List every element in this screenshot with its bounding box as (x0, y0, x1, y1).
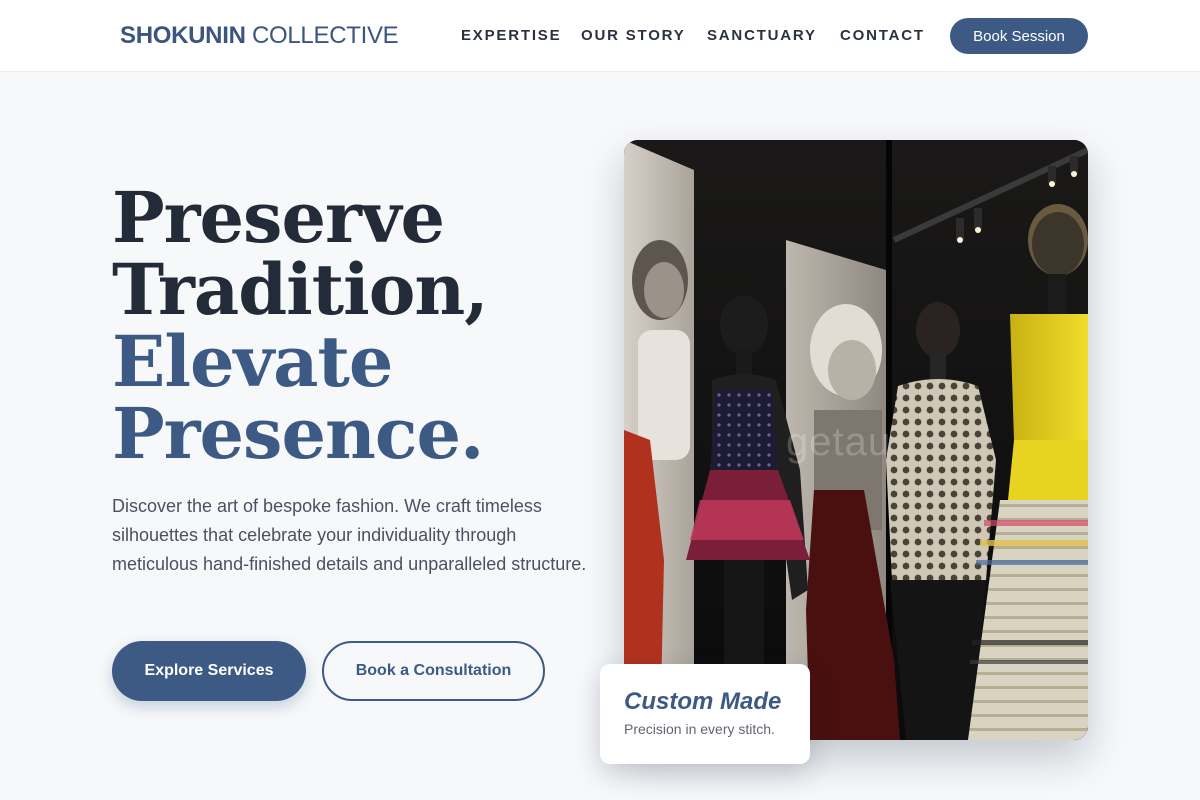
headline-line-3: Elevate (112, 320, 393, 403)
hero-description: Discover the art of bespoke fashion. We … (112, 496, 587, 574)
hero-headline: Preserve Tradition, Elevate Presence. (112, 176, 489, 475)
nav-item-expertise[interactable]: EXPERTISE (461, 27, 561, 44)
headline-line-2: Tradition, (112, 248, 489, 331)
brand-logo[interactable]: SHOKUNIN COLLECTIVE (120, 22, 399, 50)
headline-line-1: Preserve (112, 176, 445, 259)
headline-line-4: Presence. (112, 392, 484, 475)
hero-image: getau (624, 140, 1088, 740)
nav-item-sanctuary[interactable]: SANCTUARY (707, 27, 817, 44)
nav-item-contact[interactable]: CONTACT (840, 27, 925, 44)
brand-name-bold: SHOKUNIN (120, 22, 246, 49)
image-watermark: getau (786, 420, 892, 464)
book-consultation-button[interactable]: Book a Consultation (322, 641, 545, 701)
nav-item-our-story[interactable]: OUR STORY (581, 27, 686, 44)
card-subtitle: Precision in every stitch. (624, 721, 775, 737)
book-session-button[interactable]: Book Session (950, 18, 1088, 54)
brand-name-light: COLLECTIVE (251, 22, 399, 49)
explore-services-button[interactable]: Explore Services (112, 641, 306, 701)
site-header: SHOKUNIN COLLECTIVE EXPERTISE OUR STORY … (0, 0, 1200, 72)
card-title: Custom Made (624, 688, 782, 715)
custom-made-card: Custom Made Precision in every stitch. (600, 664, 810, 764)
